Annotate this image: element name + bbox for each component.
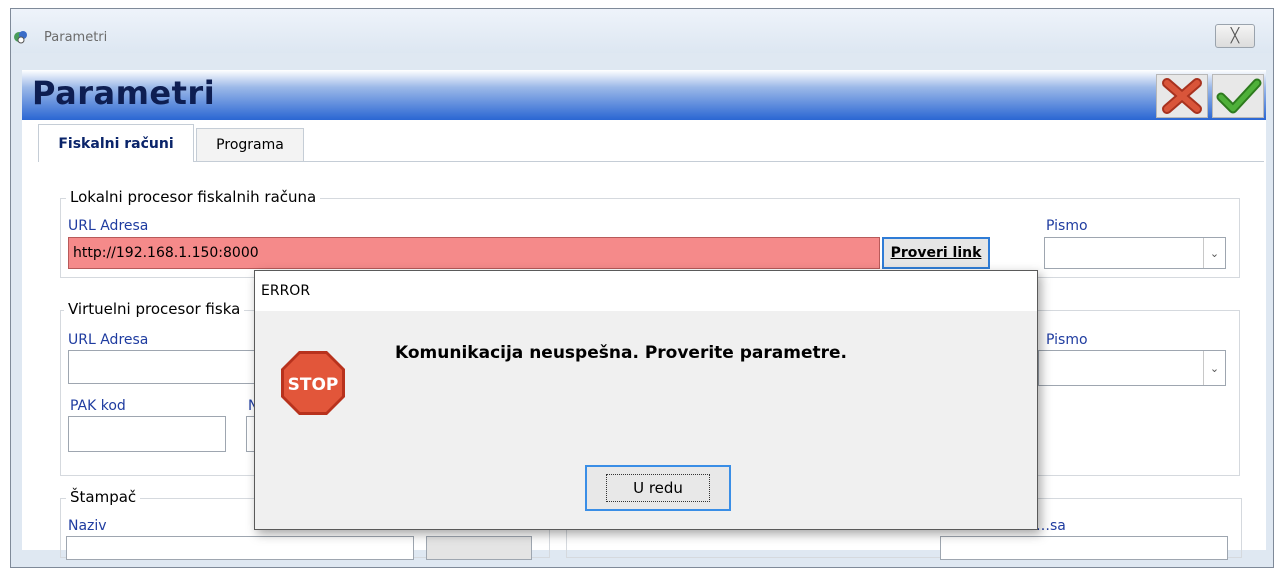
virtuelni-pismo-label: Pismo (1046, 332, 1088, 348)
window-close-button[interactable]: ╳ (1215, 24, 1255, 48)
stop-sign-icon: STOP (277, 347, 349, 419)
virtuelni-url-input[interactable] (68, 350, 256, 384)
u-redu-button[interactable]: U redu (585, 465, 731, 511)
close-icon: ╳ (1230, 28, 1240, 44)
pak-kod-input[interactable] (68, 416, 226, 452)
pak-kod-label: PAK kod (70, 398, 126, 414)
lokalni-procesor-legend: Lokalni procesor fiskalnih računa (66, 188, 321, 206)
title-bar (11, 9, 1273, 53)
dialog-message: Komunikacija neuspešna. Proverite parame… (395, 343, 847, 363)
dialog-title-bar (255, 271, 1037, 311)
chevron-down-icon: ⌄ (1203, 351, 1225, 385)
virtuelni-procesor-legend: Virtuelni procesor fiska (64, 300, 245, 318)
virtuelni-pismo-select[interactable]: ⌄ (1038, 350, 1226, 386)
naziv-label: Naziv (68, 518, 107, 534)
window-title: Parametri (44, 30, 108, 45)
url-adresa-label: URL Adresa (68, 218, 149, 234)
url-adresa-input[interactable]: http://192.168.1.150:8000 (68, 237, 880, 269)
tab-programa[interactable]: Programa (196, 128, 304, 162)
chevron-down-icon: ⌄ (1203, 238, 1225, 268)
app-icon (12, 28, 30, 46)
pismo-select[interactable]: ⌄ (1044, 237, 1226, 269)
naziv-input[interactable] (66, 536, 414, 560)
stampac-legend: Štampač (66, 488, 141, 506)
naziv-side-button[interactable] (426, 536, 532, 560)
email-adresa-input[interactable] (940, 536, 1228, 560)
page-title: Parametri (32, 74, 216, 112)
confirm-button[interactable] (1212, 74, 1264, 118)
u-redu-label: U redu (606, 474, 710, 502)
dialog-title: ERROR (261, 283, 311, 299)
green-check-icon (1216, 78, 1262, 114)
email-adresa-label: …sa (1036, 518, 1066, 534)
proveri-link-button[interactable]: Proveri link (882, 237, 990, 269)
virtuelni-url-label: URL Adresa (68, 332, 149, 348)
cancel-button[interactable] (1156, 74, 1208, 118)
pismo-label: Pismo (1046, 218, 1088, 234)
tab-fiskalni-racuni[interactable]: Fiskalni računi (38, 124, 194, 162)
red-x-icon (1162, 78, 1202, 114)
error-dialog: ERROR STOP Komunikacija neuspešna. Prove… (254, 270, 1038, 530)
svg-text:STOP: STOP (288, 375, 339, 395)
